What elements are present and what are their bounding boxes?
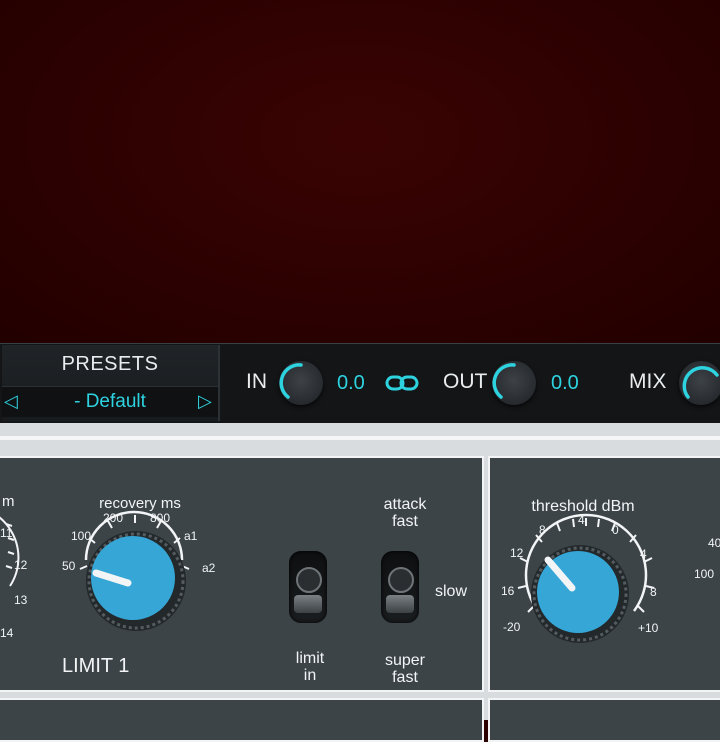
left-scale-11: 11 [0,526,13,540]
attack-side: slow [435,583,467,600]
lower-right-panel [488,698,720,742]
threshold-scale-plus10: +10 [638,621,659,635]
limit-in-label-1: limit [296,650,325,667]
attack-switch[interactable] [381,551,419,623]
threshold-scale-8: 8 [539,523,546,537]
preset-name[interactable]: - Default [32,391,188,413]
left-scale-13: 13 [14,593,28,607]
switch-lever-icon [294,595,322,613]
mix-arc-icon [682,366,719,399]
mix-knob[interactable] [679,361,720,405]
threshold-scale-4-left: 4 [578,513,585,527]
lower-left-panel [0,698,484,742]
recovery-200: 200 [103,511,123,525]
link-icon[interactable] [385,373,421,395]
presets-panel: PRESETS ◁ - Default ▷ [2,345,220,421]
next-preset-icon[interactable]: ▷ [198,391,212,412]
output-gain-label: OUT [443,370,488,393]
threshold-knob[interactable] [528,542,632,646]
recovery-knob[interactable] [82,527,190,635]
input-gain-arc-icon [279,363,303,399]
threshold-scale-16: 16 [501,584,515,598]
presets-title: PRESETS [61,353,159,375]
threshold-scale-0: 0 [612,523,619,537]
right-fragment-bottom: 100 [694,567,714,581]
limit-in-label-2: in [304,667,316,684]
attack-top-2: fast [392,513,418,530]
recovery-50: 50 [62,559,76,573]
input-gain-value[interactable]: 0.0 [337,372,365,395]
right-fragment-top: 40 [708,536,720,550]
switch-lever-icon [386,595,414,613]
panel-top-rule [0,436,720,440]
left-scale-14: 14 [0,626,14,640]
mix-label: MIX [629,370,667,393]
threshold-scale-4-right: 4 [640,547,647,561]
threshold-scale-12: 12 [510,546,524,560]
limit-panel-name: LIMIT 1 [62,655,129,677]
attack-top-1: attack [384,496,428,513]
left-unit-fragment: m [2,493,15,510]
recovery-800: 800 [150,511,170,525]
threshold-scale-8-right: 8 [650,585,657,599]
preset-selector[interactable]: ◁ - Default ▷ [2,386,218,417]
input-gain-knob[interactable] [279,361,323,405]
input-gain-label: IN [246,370,267,393]
attack-bottom-1: super [385,652,426,669]
switch-ring-icon [388,567,414,593]
output-gain-value[interactable]: 0.0 [551,372,579,395]
output-gain-arc-icon [492,363,516,399]
prev-preset-icon[interactable]: ◁ [4,391,18,412]
switch-ring-icon [296,567,322,593]
attack-bottom-2: fast [392,669,418,686]
background [0,0,720,343]
left-scale-12: 12 [14,558,28,572]
recovery-a2: a2 [202,561,216,575]
threshold-scale-neg20: -20 [503,620,521,634]
limit-in-switch[interactable] [289,551,327,623]
recovery-title: recovery ms [99,495,181,512]
output-gain-knob[interactable] [492,361,536,405]
